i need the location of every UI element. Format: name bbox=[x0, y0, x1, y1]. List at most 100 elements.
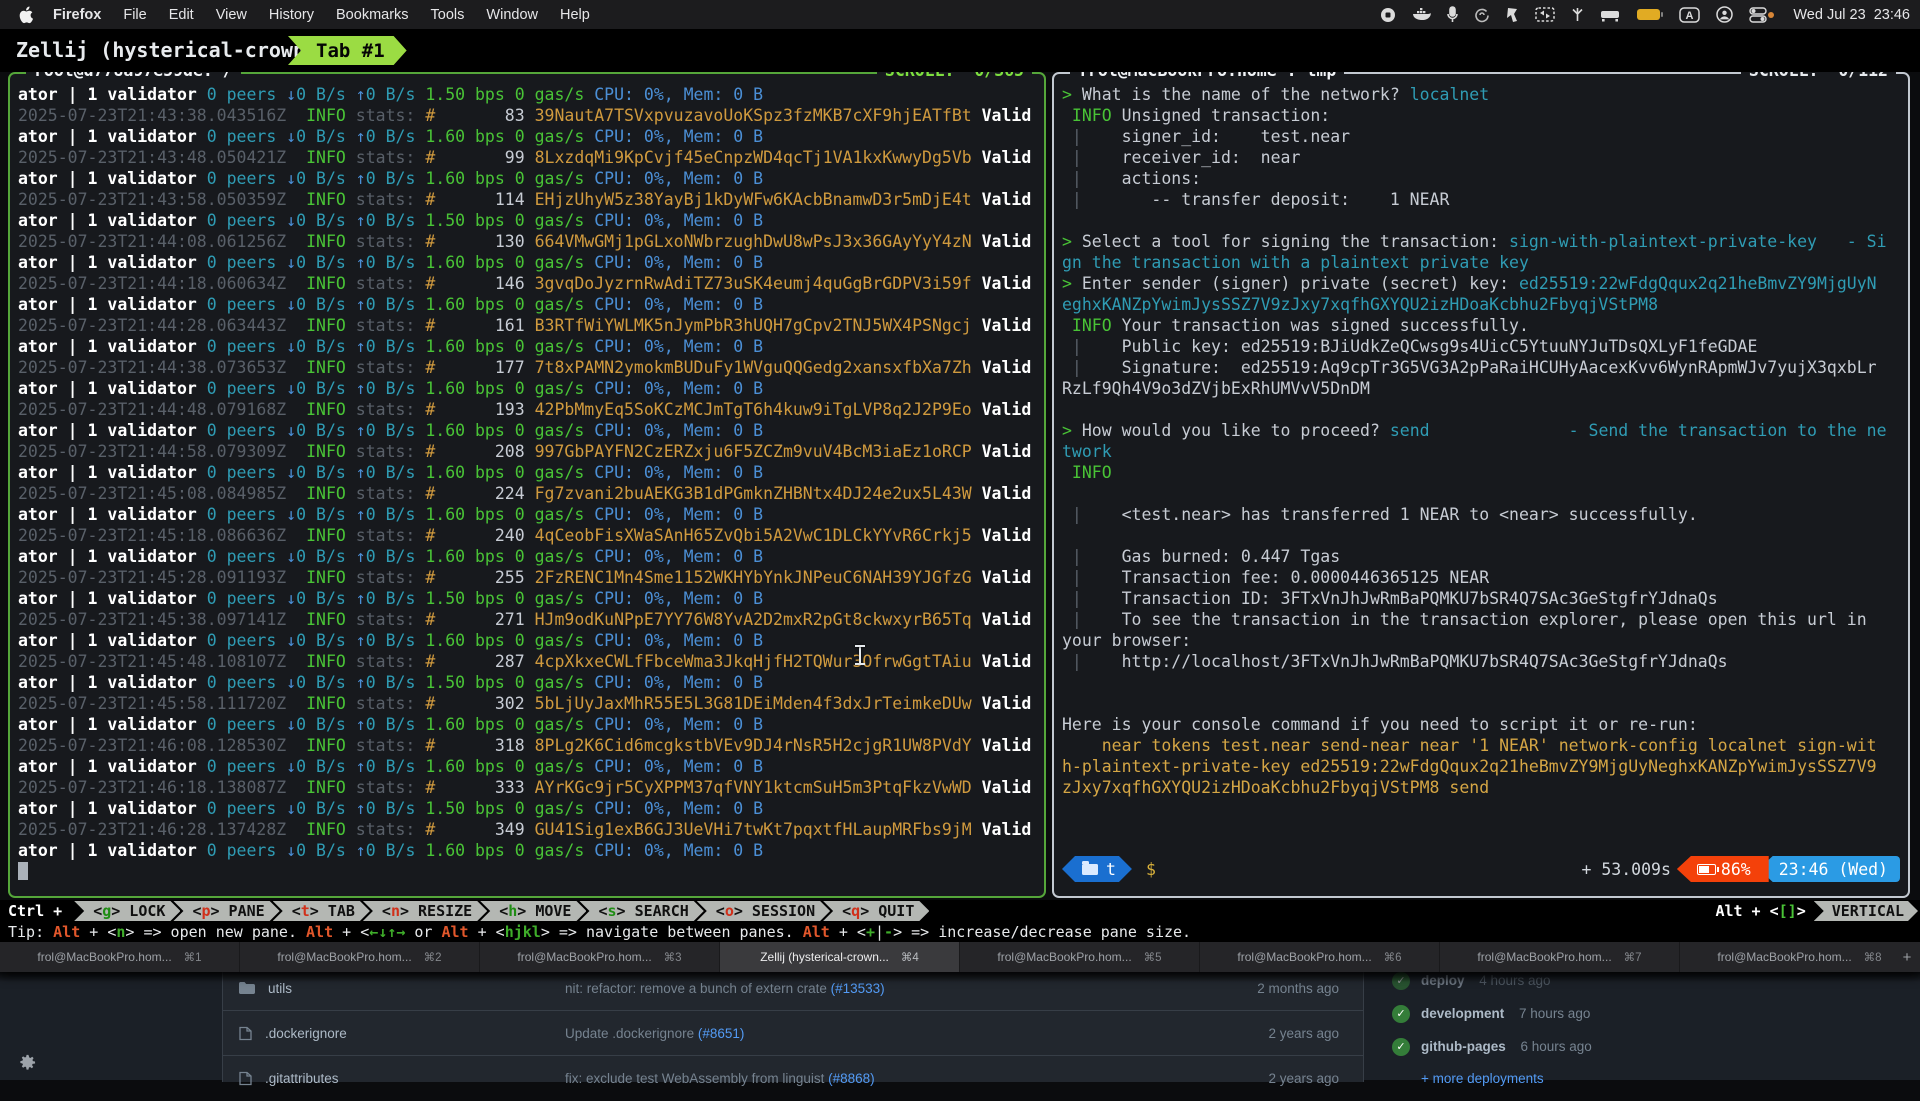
tip-segment: Alt bbox=[53, 923, 80, 941]
log-info-line: 2025-07-23T21:45:28.091193Z INFO stats: … bbox=[18, 567, 1040, 588]
log-info-line: 2025-07-23T21:45:38.097141Z INFO stats: … bbox=[18, 609, 1040, 630]
tip-segment: Alt bbox=[306, 923, 333, 941]
menu-edit[interactable]: Edit bbox=[158, 7, 205, 23]
terminal-line: h-plaintext-private-key ed25519:22wFdgQq… bbox=[1062, 756, 1904, 777]
pointer-icon[interactable] bbox=[1506, 7, 1519, 23]
microphone-icon[interactable] bbox=[1447, 6, 1458, 23]
terminal-line bbox=[1062, 483, 1904, 504]
menu-firefox[interactable]: Firefox bbox=[42, 7, 112, 23]
branch-icon[interactable] bbox=[1571, 6, 1584, 23]
left-pane[interactable]: root@d778a97e59de: / SCROLL: 0/365 ator … bbox=[8, 72, 1046, 898]
terminal-line: INFO bbox=[1062, 462, 1904, 483]
menu-tools[interactable]: Tools bbox=[420, 7, 476, 23]
log-info-line: 2025-07-23T21:44:08.061256Z INFO stats: … bbox=[18, 231, 1040, 252]
apple-menu-icon[interactable] bbox=[18, 6, 33, 24]
tip-segment: + bbox=[866, 923, 875, 941]
record-icon[interactable] bbox=[1380, 7, 1396, 23]
terminal-line bbox=[1062, 399, 1904, 420]
github-deployments-panel: ✓deploy 4 hours ago✓development 7 hours … bbox=[1392, 964, 1912, 1086]
tip-segment: > => navigate between panes. bbox=[541, 923, 803, 941]
terminal-line: zJxy7xqfhGXYQU2izHDoaKcbhu2FbyqjVStPM8 s… bbox=[1062, 777, 1904, 798]
menu-status-icons: A Wed Jul 23 23:46 bbox=[1380, 6, 1910, 23]
commit-message[interactable]: nit: refactor: remove a bunch of extern … bbox=[565, 981, 1209, 996]
menu-clock[interactable]: Wed Jul 23 23:46 bbox=[1793, 7, 1910, 23]
commit-message[interactable]: fix: exclude test WebAssembly from lingu… bbox=[565, 1071, 1209, 1086]
validator-status-line: ator | 1 validator 0 peers ↓0 B/s ↑0 B/s… bbox=[18, 294, 1040, 315]
macos-menu-bar: Firefox File Edit View History Bookmarks… bbox=[0, 0, 1920, 29]
file-name-link[interactable]: utils bbox=[268, 981, 292, 996]
terminal-line: | receiver_id: near bbox=[1062, 147, 1904, 168]
new-tab-button[interactable]: + bbox=[1894, 942, 1920, 972]
validator-status-line: ator | 1 validator 0 peers ↓0 B/s ↑0 B/s… bbox=[18, 504, 1040, 525]
log-info-line: 2025-07-23T21:43:48.050421Z INFO stats: … bbox=[18, 147, 1040, 168]
terminal-area: root@d778a97e59de: / SCROLL: 0/365 ator … bbox=[0, 72, 1920, 900]
right-pane[interactable]: frol@MacBookPro.home : tmp SCROLL: 0/112… bbox=[1052, 72, 1910, 898]
menu-history[interactable]: History bbox=[258, 7, 325, 23]
file-row: .gitattributes fix: exclude test WebAssem… bbox=[223, 1056, 1363, 1101]
terminal-line: > How would you like to proceed? send - … bbox=[1062, 420, 1904, 441]
terminal-tab-1[interactable]: frol@MacBookPro.hom...⌘1 bbox=[0, 942, 240, 972]
log-info-line: 2025-07-23T21:46:18.138087Z INFO stats: … bbox=[18, 777, 1040, 798]
pr-link[interactable]: (#8868) bbox=[828, 1071, 875, 1086]
ctrl-prefix: Ctrl + bbox=[0, 902, 74, 920]
zellij-tab-1[interactable]: Tab #1 bbox=[288, 36, 407, 65]
pr-link[interactable]: (#13533) bbox=[831, 981, 885, 996]
log-info-line: 2025-07-23T21:45:58.111720Z INFO stats: … bbox=[18, 693, 1040, 714]
deployment-row[interactable]: ✓development 7 hours ago bbox=[1392, 997, 1912, 1030]
validator-status-line: ator | 1 validator 0 peers ↓0 B/s ↑0 B/s… bbox=[18, 840, 1040, 861]
tip-segment: + < bbox=[333, 923, 369, 941]
terminal-tab-3[interactable]: frol@MacBookPro.hom...⌘3 bbox=[480, 942, 720, 972]
menu-window[interactable]: Window bbox=[475, 7, 549, 23]
file-name-link[interactable]: .gitattributes bbox=[265, 1071, 339, 1086]
file-name-link[interactable]: .dockerignore bbox=[265, 1026, 347, 1041]
pr-link[interactable]: (#8651) bbox=[698, 1026, 745, 1041]
validator-status-line: ator | 1 validator 0 peers ↓0 B/s ↑0 B/s… bbox=[18, 588, 1040, 609]
file-icon bbox=[239, 1026, 252, 1041]
battery-icon[interactable] bbox=[1636, 8, 1663, 21]
terminal-tab-4[interactable]: Zellij (hysterical-crown...⌘4 bbox=[720, 942, 960, 972]
deployment-row[interactable]: ✓github-pages 6 hours ago bbox=[1392, 1030, 1912, 1063]
input-source-icon[interactable]: A bbox=[1679, 7, 1700, 23]
docker-icon[interactable] bbox=[1412, 7, 1431, 22]
menu-bookmarks[interactable]: Bookmarks bbox=[325, 7, 420, 23]
terminal-window-tab-strip: frol@MacBookPro.hom...⌘1frol@MacBookPro.… bbox=[0, 942, 1920, 972]
terminal-tab-2[interactable]: frol@MacBookPro.hom...⌘2 bbox=[240, 942, 480, 972]
validator-status-line: ator | 1 validator 0 peers ↓0 B/s ↑0 B/s… bbox=[18, 420, 1040, 441]
deploy-success-icon: ✓ bbox=[1392, 972, 1410, 990]
log-info-line: 2025-07-23T21:45:18.086636Z INFO stats: … bbox=[18, 525, 1040, 546]
cursor-line bbox=[18, 861, 1040, 882]
account-icon[interactable] bbox=[1716, 6, 1733, 23]
keybind-hint-search: <s> SEARCH bbox=[579, 901, 703, 921]
swirl-icon[interactable] bbox=[1474, 7, 1490, 23]
terminal-line: > What is the name of the network? local… bbox=[1062, 84, 1904, 105]
window-switch-icon[interactable] bbox=[1535, 7, 1555, 22]
terminal-tab-8[interactable]: frol@MacBookPro.hom...⌘8 bbox=[1680, 942, 1920, 972]
terminal-tab-6[interactable]: frol@MacBookPro.hom...⌘6 bbox=[1200, 942, 1440, 972]
terminal-line: | Transaction ID: 3FTxVnJhJwRmBaPQMKU7bS… bbox=[1062, 588, 1904, 609]
terminal-block-cursor bbox=[18, 862, 28, 880]
more-deployments-link[interactable]: + more deployments bbox=[1421, 1071, 1912, 1086]
tip-segment: > => open new pane. bbox=[125, 923, 306, 941]
bed-icon[interactable] bbox=[1600, 8, 1620, 22]
tip-segment: + < bbox=[80, 923, 116, 941]
menu-help[interactable]: Help bbox=[549, 7, 601, 23]
terminal-tab-7[interactable]: frol@MacBookPro.hom...⌘7 bbox=[1440, 942, 1680, 972]
validator-status-line: ator | 1 validator 0 peers ↓0 B/s ↑0 B/s… bbox=[18, 798, 1040, 819]
terminal-line: | Public key: ed25519:BJiUdkZeQCwsg9s4Ui… bbox=[1062, 336, 1904, 357]
terminal-tab-5[interactable]: frol@MacBookPro.hom...⌘5 bbox=[960, 942, 1200, 972]
control-center-icon[interactable] bbox=[1749, 7, 1775, 23]
terminal-line: > Enter sender (signer) private (secret)… bbox=[1062, 273, 1904, 294]
keybind-hint-quit: <q> QUIT bbox=[823, 901, 929, 921]
terminal-line bbox=[1062, 210, 1904, 231]
commit-message[interactable]: Update .dockerignore (#8651) bbox=[565, 1026, 1209, 1041]
commit-age: 2 years ago bbox=[1209, 1071, 1339, 1086]
keybind-hint-pane: <p> PANE bbox=[173, 901, 279, 921]
menu-file[interactable]: File bbox=[112, 7, 157, 23]
folder-icon bbox=[1082, 864, 1098, 875]
log-info-line: 2025-07-23T21:43:38.043516Z INFO stats: … bbox=[18, 105, 1040, 126]
gear-icon[interactable] bbox=[18, 1053, 37, 1072]
menu-view[interactable]: View bbox=[205, 7, 258, 23]
command-duration: + 53.009s bbox=[1582, 860, 1671, 879]
right-pane-content: > What is the name of the network? local… bbox=[1062, 84, 1904, 892]
validator-status-line: ator | 1 validator 0 peers ↓0 B/s ↑0 B/s… bbox=[18, 546, 1040, 567]
